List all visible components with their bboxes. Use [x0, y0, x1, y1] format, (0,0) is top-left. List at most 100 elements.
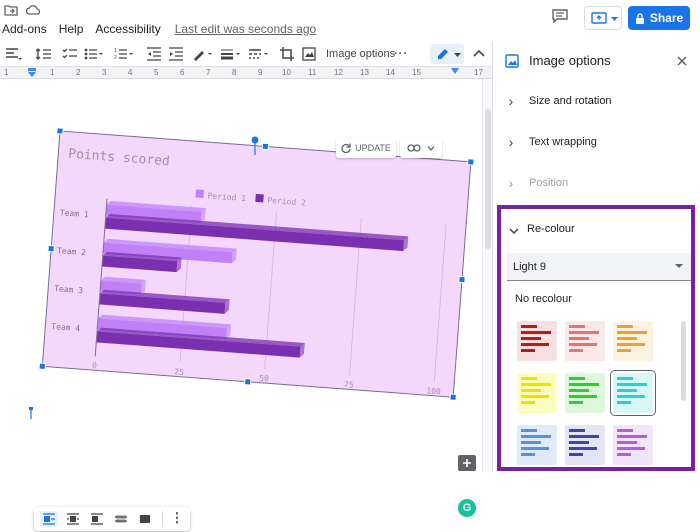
- move-to-folder-icon[interactable]: [4, 4, 18, 16]
- numbered-list-icon[interactable]: 1 2: [114, 46, 134, 62]
- document-canvas[interactable]: Points scored Period 1 Period 2 0 25 50 75 100 T…: [0, 79, 482, 531]
- scrollbar-thumb[interactable]: [485, 109, 491, 249]
- update-chart-button[interactable]: UPDATE: [336, 138, 396, 158]
- increase-indent-icon[interactable]: [168, 46, 184, 62]
- ruler-number: 15: [412, 68, 421, 77]
- ruler-number: 2: [76, 68, 81, 77]
- pencil-icon: [438, 49, 448, 59]
- right-indent-marker-icon[interactable]: [450, 68, 460, 78]
- editing-mode-button[interactable]: [430, 44, 464, 64]
- border-weight-icon[interactable]: [220, 46, 242, 62]
- behind-text-button[interactable]: [112, 511, 130, 527]
- inline-icon: [43, 513, 55, 525]
- section-label: Position: [529, 177, 569, 189]
- wrap-text-icon: [67, 513, 79, 525]
- explore-button[interactable]: [458, 455, 476, 471]
- share-button-label: Share: [649, 11, 684, 25]
- section-size-and-rotation[interactable]: › Size and rotation: [493, 81, 700, 121]
- ruler-number: 8: [232, 68, 237, 77]
- break-text-button[interactable]: [88, 511, 106, 527]
- section-label: Size and rotation: [529, 95, 612, 107]
- cloud-saved-icon[interactable]: [26, 4, 40, 16]
- anchor-marker: [29, 407, 33, 410]
- menu-item-accessibility[interactable]: Accessibility: [95, 22, 160, 36]
- ruler-number: 13: [360, 68, 369, 77]
- horizontal-ruler[interactable]: 1 1 2 3 4 5 6 7 8 9 10 11 12 13 14 15 17: [0, 67, 492, 79]
- resize-handle: [261, 142, 270, 151]
- chevron-down-icon: [454, 53, 461, 57]
- recolour-swatch[interactable]: [565, 373, 605, 413]
- recolour-swatch[interactable]: [517, 425, 557, 465]
- document-scrollbar[interactable]: [482, 79, 492, 472]
- ruler-number: 1: [4, 68, 9, 77]
- resize-handle: [56, 127, 64, 135]
- ruler-number: 1: [50, 68, 55, 77]
- resize-handle: [458, 275, 466, 284]
- resize-handle: [47, 244, 55, 253]
- grammarly-icon[interactable]: G: [458, 499, 476, 517]
- ruler-number: 6: [180, 68, 185, 77]
- linked-chart-options-button[interactable]: [400, 138, 442, 158]
- recolour-dropdown[interactable]: Light 9: [507, 253, 691, 281]
- recolour-swatch[interactable]: [565, 321, 605, 361]
- image-icon: [505, 54, 519, 68]
- wrap-inline-button[interactable]: [40, 511, 58, 527]
- border-dash-icon[interactable]: [248, 46, 270, 62]
- resize-handle: [243, 378, 252, 386]
- menu-item-help[interactable]: Help: [59, 22, 84, 36]
- decrease-indent-icon[interactable]: [146, 46, 162, 62]
- wrap-text-button[interactable]: [64, 511, 82, 527]
- present-button[interactable]: [584, 6, 622, 30]
- reset-image-icon[interactable]: [302, 46, 316, 62]
- line-spacing-icon[interactable]: [36, 46, 52, 62]
- section-position: › Position: [493, 163, 700, 203]
- image-options-button[interactable]: Image options: [326, 46, 395, 62]
- resize-handle: [467, 158, 475, 166]
- panel-header: Image options: [493, 41, 700, 81]
- svg-text:1: 1: [114, 48, 117, 54]
- checklist-icon[interactable]: [62, 46, 78, 62]
- border-colour-icon[interactable]: [192, 46, 214, 62]
- ruler-number: 10: [282, 68, 291, 77]
- recolour-swatch[interactable]: [613, 321, 653, 361]
- ruler-number: 9: [258, 68, 263, 77]
- close-icon[interactable]: [677, 56, 687, 66]
- recolour-swatch[interactable]: [565, 425, 605, 465]
- crop-icon[interactable]: [280, 46, 294, 62]
- recolour-swatch[interactable]: [610, 370, 656, 416]
- in-front-of-text-button[interactable]: [136, 511, 154, 527]
- section-label: Re-colour: [527, 223, 575, 235]
- panel-scrollbar[interactable]: [681, 321, 686, 401]
- comment-history-icon[interactable]: [552, 9, 568, 23]
- section-re-colour[interactable]: Re-colour: [501, 209, 691, 249]
- chevron-down-icon: [427, 145, 435, 151]
- svg-text:2: 2: [114, 55, 117, 61]
- last-edit-link[interactable]: Last edit was seconds ago: [175, 22, 316, 36]
- chevron-right-icon: ›: [508, 93, 514, 109]
- section-text-wrapping[interactable]: › Text wrapping: [493, 122, 700, 162]
- x-tick-label: 100: [426, 386, 441, 396]
- recolour-swatch[interactable]: [613, 425, 653, 465]
- collapse-toolbar-icon[interactable]: [472, 46, 486, 62]
- share-button[interactable]: Share: [628, 6, 690, 30]
- legend-swatch: [195, 189, 204, 198]
- behind-text-icon: [115, 515, 127, 523]
- recolour-swatch[interactable]: [517, 321, 557, 361]
- dropdown-caret-icon: [675, 264, 683, 268]
- resize-handle: [38, 362, 47, 371]
- align-left-icon[interactable]: [4, 46, 22, 62]
- recolour-selected-value: Light 9: [513, 260, 547, 273]
- ruler-number: 5: [154, 68, 159, 77]
- no-recolour-option[interactable]: No recolour: [515, 293, 572, 305]
- left-indent-marker-icon[interactable]: [27, 68, 37, 78]
- toolbar-divider: [162, 511, 163, 527]
- chevron-down-icon: [611, 17, 618, 21]
- more-options-icon[interactable]: ⋮: [168, 511, 186, 527]
- menu-item-addons[interactable]: Add-ons: [2, 22, 47, 36]
- break-text-icon: [91, 513, 103, 525]
- more-options-icon[interactable]: ···: [394, 46, 408, 62]
- bulleted-list-icon[interactable]: [84, 46, 104, 62]
- chevron-right-icon: ›: [508, 175, 514, 191]
- recolour-swatch[interactable]: [517, 373, 557, 413]
- image-options-panel: Image options › Size and rotation › Text…: [492, 41, 700, 472]
